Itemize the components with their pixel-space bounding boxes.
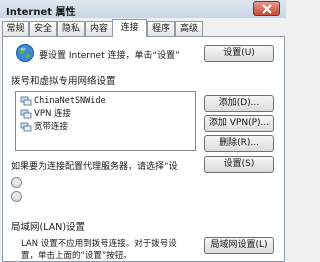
tab-content[interactable]: 内容	[85, 21, 113, 36]
connections-list[interactable]: ChinaNetSNWide VPN 连接 宽带连接	[15, 91, 196, 151]
network-connection-icon	[20, 109, 32, 119]
dial-option-radio[interactable]	[11, 191, 22, 202]
window-title: Internet 属性	[6, 7, 76, 18]
dialup-heading: 拨号和虚拟专用网络设置	[11, 76, 116, 87]
delete-connection-button[interactable]: 删除(R)...	[204, 135, 274, 152]
tab-security[interactable]: 安全	[29, 21, 57, 36]
add-connection-button[interactable]: 添加(D)...	[204, 95, 274, 112]
tab-privacy[interactable]: 隐私	[57, 21, 85, 36]
network-connection-icon	[20, 96, 32, 106]
close-button[interactable]	[253, 1, 280, 16]
close-icon	[262, 4, 272, 14]
tab-general[interactable]: 常规	[2, 21, 29, 36]
lan-description-line1: LAN 设置不应用到拨号连接。对于拨号设	[21, 239, 177, 249]
lan-heading: 局域网(LAN)设置	[11, 222, 86, 233]
connection-label: ChinaNetSNWide	[34, 96, 106, 106]
network-connection-icon	[20, 122, 32, 132]
globe-icon	[16, 44, 34, 62]
connections-panel: 要设置 Internet 连接，单击“设置” 设置(U) 拨号和虚拟专用网络设置…	[2, 36, 285, 262]
connection-label: VPN 连接	[34, 109, 72, 119]
tab-advanced[interactable]: 高级	[175, 21, 203, 36]
dial-option-radio[interactable]	[11, 177, 22, 188]
tab-strip: 常规 安全 隐私 内容 连接 程序 高级	[2, 19, 284, 37]
tab-programs[interactable]: 程序	[147, 21, 175, 36]
settings-button[interactable]: 设置(S)	[204, 156, 274, 173]
setup-description: 要设置 Internet 连接，单击“设置”	[39, 51, 180, 61]
proxy-description: 如果要为连接配置代理服务器，请选择“设	[11, 162, 178, 172]
lan-description-line2: 置，单击上面的“设置”按钮。	[21, 251, 132, 261]
connection-label: 宽带连接	[34, 122, 69, 132]
lan-settings-button[interactable]: 局域网设置(L)	[204, 237, 274, 254]
tab-connections[interactable]: 连接	[112, 19, 147, 37]
title-bar: Internet 属性	[0, 0, 286, 18]
add-vpn-button[interactable]: 添加 VPN(P)...	[204, 115, 274, 132]
setup-button[interactable]: 设置(U)	[204, 45, 274, 62]
